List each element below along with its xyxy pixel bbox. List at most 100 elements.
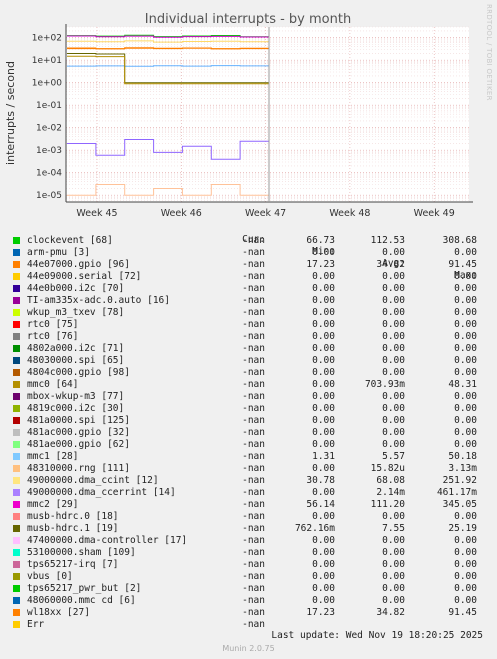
legend-cur: -nan: [242, 547, 265, 558]
legend-cur: -nan: [242, 439, 265, 450]
legend-avg: 5.57: [382, 451, 405, 462]
legend-row: 481ae000.gpio [62] -nan 0.00 0.00 0.00: [0, 439, 497, 451]
legend-avg: 703.93m: [364, 379, 405, 390]
legend-cur: -nan: [242, 235, 265, 246]
legend-min: 0.00: [312, 571, 335, 582]
legend-min: 0.00: [312, 547, 335, 558]
legend-cur: -nan: [242, 607, 265, 618]
legend-max: 0.00: [454, 415, 477, 426]
legend-row: rtc0 [75] -nan 0.00 0.00 0.00: [0, 319, 497, 331]
legend-row: 53100000.sham [109] -nan 0.00 0.00 0.00: [0, 547, 497, 559]
x-tick-label: Week 49: [414, 208, 455, 219]
legend-row: tps65217_pwr_but [2] -nan 0.00 0.00 0.00: [0, 583, 497, 595]
legend-cur: -nan: [242, 535, 265, 546]
legend-cur: -nan: [242, 307, 265, 318]
legend-min: 0.00: [312, 463, 335, 474]
legend-swatch: [13, 585, 20, 592]
legend-swatch: [13, 393, 20, 400]
legend-avg: 111.20: [370, 499, 405, 510]
legend-max: 0.00: [454, 247, 477, 258]
legend-name: 44e0b000.i2c [70]: [27, 283, 125, 294]
legend-min: 0.00: [312, 535, 335, 546]
legend-cur: -nan: [242, 571, 265, 582]
legend-min: 0.00: [312, 511, 335, 522]
legend-avg: 0.00: [382, 319, 405, 330]
legend-row: mmc0 [64] -nan 0.00 703.93m 48.31: [0, 379, 497, 391]
legend-swatch: [13, 477, 20, 484]
legend-cur: -nan: [242, 451, 265, 462]
y-tick-label: 1e-03: [36, 146, 62, 156]
legend-row: musb-hdrc.1 [19] -nan 762.16m 7.55 25.19: [0, 523, 497, 535]
legend-rows: clockevent [68] -nan 66.73 112.53 308.68 arm-…: [0, 235, 497, 631]
legend-swatch: [13, 381, 20, 388]
legend-max: 0.00: [454, 583, 477, 594]
legend-swatch: [13, 609, 20, 616]
legend-cur: -nan: [242, 283, 265, 294]
legend-avg: 0.00: [382, 403, 405, 414]
legend-name: TI-am335x-adc.0.auto [16]: [27, 295, 170, 306]
legend-max: 50.18: [448, 451, 477, 462]
legend-min: 0.00: [312, 415, 335, 426]
legend-cur: -nan: [242, 271, 265, 282]
legend-swatch: [13, 525, 20, 532]
legend-name: 48030000.spi [65]: [27, 355, 125, 366]
legend-min: 30.78: [306, 475, 335, 486]
legend-max: 0.00: [454, 571, 477, 582]
legend-name: wl18xx [27]: [27, 607, 90, 618]
legend-avg: 0.00: [382, 439, 405, 450]
legend-swatch: [13, 369, 20, 376]
legend-max: 251.92: [442, 475, 477, 486]
legend-row: mmc1 [28] -nan 1.31 5.57 50.18: [0, 451, 497, 463]
legend-swatch: [13, 321, 20, 328]
legend-cur: -nan: [242, 583, 265, 594]
legend-avg: 0.00: [382, 355, 405, 366]
legend-name: 481a0000.spi [125]: [27, 415, 130, 426]
legend-row: mmc2 [29] -nan 56.14 111.20 345.05: [0, 499, 497, 511]
rrdtool-credit: RRDTOOL / TOBI OETIKER: [485, 4, 493, 101]
legend-row: clockevent [68] -nan 66.73 112.53 308.68: [0, 235, 497, 247]
y-tick-label: 1e+00: [32, 79, 63, 89]
legend-avg: 68.08: [376, 475, 405, 486]
legend-name: 44e07000.gpio [96]: [27, 259, 130, 270]
legend-row: rtc0 [76] -nan 0.00 0.00 0.00: [0, 331, 497, 343]
legend-name: vbus [0]: [27, 571, 73, 582]
chart-area: Individual interrupts - by month interru…: [4, 12, 473, 219]
legend-max: 0.00: [454, 403, 477, 414]
legend-min: 1.31: [312, 451, 335, 462]
legend-name: musb-hdrc.1 [19]: [27, 523, 119, 534]
legend-name: tps65217-irq [7]: [27, 559, 119, 570]
legend-cur: -nan: [242, 619, 265, 630]
legend-row: mbox-wkup-m3 [77] -nan 0.00 0.00 0.00: [0, 391, 497, 403]
legend-cur: -nan: [242, 511, 265, 522]
legend-cur: -nan: [242, 331, 265, 342]
legend-max: 0.00: [454, 307, 477, 318]
legend-max: 25.19: [448, 523, 477, 534]
legend-name: 48310000.rng [111]: [27, 463, 130, 474]
legend-swatch: [13, 489, 20, 496]
legend-name: 49000000.dma_ccerrint [14]: [27, 487, 176, 498]
legend-min: 56.14: [306, 499, 335, 510]
legend-name: musb-hdrc.0 [18]: [27, 511, 119, 522]
legend-name: 481ae000.gpio [62]: [27, 439, 130, 450]
legend-min: 0.00: [312, 559, 335, 570]
legend-row: 44e09000.serial [72] -nan 0.00 0.00 0.00: [0, 271, 497, 283]
legend-avg: 0.00: [382, 547, 405, 558]
legend-cur: -nan: [242, 499, 265, 510]
legend-max: 0.00: [454, 319, 477, 330]
legend-swatch: [13, 621, 20, 628]
legend-swatch: [13, 357, 20, 364]
legend-max: 0.00: [454, 367, 477, 378]
legend-min: 0.00: [312, 307, 335, 318]
legend-max: 0.00: [454, 271, 477, 282]
legend-max: 0.00: [454, 439, 477, 450]
legend-cur: -nan: [242, 355, 265, 366]
legend-avg: 0.00: [382, 283, 405, 294]
legend-max: 0.00: [454, 559, 477, 570]
legend-max: 0.00: [454, 511, 477, 522]
legend-min: 0.00: [312, 271, 335, 282]
legend-header: Cur: Min: Avg: Max:: [0, 222, 497, 281]
legend-swatch: [13, 513, 20, 520]
legend-swatch: [13, 237, 20, 244]
legend-avg: 0.00: [382, 427, 405, 438]
legend-row: 481a0000.spi [125] -nan 0.00 0.00 0.00: [0, 415, 497, 427]
